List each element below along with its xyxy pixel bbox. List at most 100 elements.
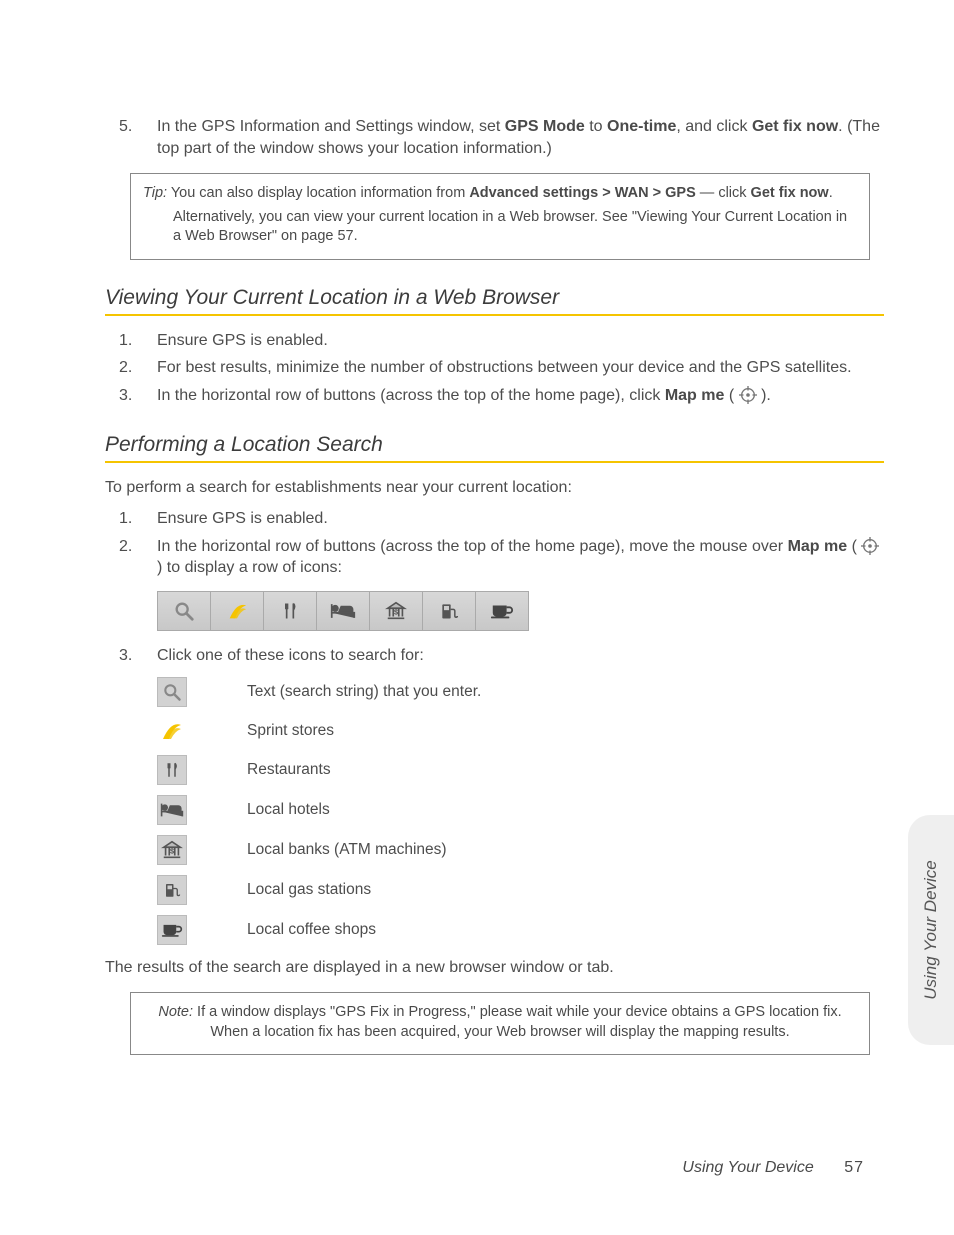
ordered-list-continuation: 5. In the GPS Information and Settings w… (105, 116, 884, 159)
text: You can also display location informatio… (167, 185, 469, 201)
list-item-5: 5. In the GPS Information and Settings w… (105, 116, 884, 159)
results-paragraph: The results of the search are displayed … (105, 957, 884, 979)
list-text: In the horizontal row of buttons (across… (157, 536, 884, 579)
coffee-cup-icon (157, 915, 187, 945)
separator: > (598, 185, 615, 201)
bank-icon: $ (157, 835, 187, 865)
side-tab-label: Using Your Device (921, 860, 941, 1000)
svg-text:$: $ (394, 608, 398, 617)
icon-toolbar: $ (157, 591, 529, 631)
list-number: 2. (119, 536, 157, 579)
text: In the horizontal row of buttons (across… (157, 387, 665, 404)
tip-label: Tip: (143, 185, 167, 201)
bold-text: GPS Mode (505, 118, 585, 135)
text: . (829, 185, 833, 201)
icon-row-gas: Local gas stations (157, 875, 884, 905)
list-number: 5. (119, 116, 157, 159)
list-item-a3: 3. In the horizontal row of buttons (acr… (105, 385, 884, 407)
toolbar-search-cell (158, 592, 211, 630)
bold-text: One-time (607, 118, 676, 135)
text: — click (696, 185, 751, 201)
list-number: 1. (119, 330, 157, 352)
icon-desc: Restaurants (247, 761, 331, 779)
sprint-icon (225, 600, 249, 622)
icon-desc: Local hotels (247, 801, 330, 819)
icon-row-bank: $ Local banks (ATM machines) (157, 835, 884, 865)
list-number: 3. (119, 645, 157, 667)
list-text: For best results, minimize the number of… (157, 357, 884, 379)
fork-knife-icon (280, 600, 300, 622)
text: In the horizontal row of buttons (across… (157, 538, 788, 555)
ordered-list-a: 1. Ensure GPS is enabled. 2. For best re… (105, 330, 884, 407)
footer-page-number: 57 (844, 1159, 864, 1176)
bank-icon: $ (385, 600, 407, 622)
magnifier-icon (157, 677, 187, 707)
list-item-b1: 1. Ensure GPS is enabled. (105, 508, 884, 530)
bed-icon (157, 795, 187, 825)
toolbar-gas-cell (423, 592, 476, 630)
text: to (585, 118, 607, 135)
ordered-list-b-cont: 3. Click one of these icons to search fo… (105, 645, 884, 667)
list-item-a2: 2. For best results, minimize the number… (105, 357, 884, 379)
list-text: Ensure GPS is enabled. (157, 508, 884, 530)
footer-title: Using Your Device (682, 1159, 813, 1176)
list-text: Click one of these icons to search for: (157, 645, 884, 667)
icon-desc: Sprint stores (247, 722, 334, 740)
toolbar-bank-cell: $ (370, 592, 423, 630)
icon-desc: Local gas stations (247, 881, 371, 899)
toolbar-restaurant-cell (264, 592, 317, 630)
note-label: Note: (158, 1004, 193, 1020)
bold-text: GPS (665, 185, 696, 201)
crosshair-icon (861, 537, 879, 555)
note-text: If a window displays "GPS Fix in Progres… (193, 1004, 842, 1040)
icon-row-search: Text (search string) that you enter. (157, 677, 884, 707)
icon-desc: Local banks (ATM machines) (247, 841, 447, 859)
list-text: In the GPS Information and Settings wind… (157, 116, 884, 159)
ordered-list-b: 1. Ensure GPS is enabled. 2. In the hori… (105, 508, 884, 579)
divider (105, 314, 884, 316)
icon-row-restaurant: Restaurants (157, 755, 884, 785)
note-box: Note: If a window displays "GPS Fix in P… (130, 992, 870, 1055)
icon-description-table: Text (search string) that you enter. Spr… (157, 677, 884, 945)
bold-text: WAN (615, 185, 649, 201)
toolbar-coffee-cell (476, 592, 528, 630)
list-text: In the horizontal row of buttons (across… (157, 385, 884, 407)
text: ( (724, 387, 738, 404)
intro-paragraph: To perform a search for establishments n… (105, 477, 884, 499)
sprint-icon (157, 717, 185, 745)
list-item-a1: 1. Ensure GPS is enabled. (105, 330, 884, 352)
divider (105, 461, 884, 463)
document-page: 5. In the GPS Information and Settings w… (0, 0, 954, 1235)
icon-row-coffee: Local coffee shops (157, 915, 884, 945)
icon-desc: Local coffee shops (247, 921, 376, 939)
list-item-b3: 3. Click one of these icons to search fo… (105, 645, 884, 667)
bold-text: Map me (788, 538, 848, 555)
gas-pump-icon (157, 875, 187, 905)
bold-text: Map me (665, 387, 725, 404)
heading-viewing-location: Viewing Your Current Location in a Web B… (105, 286, 884, 310)
separator: > (649, 185, 666, 201)
icon-row-hotel: Local hotels (157, 795, 884, 825)
tip-line2: Alternatively, you can view your current… (143, 208, 857, 247)
page-footer: Using Your Device 57 (682, 1159, 864, 1177)
side-tab: Using Your Device (908, 815, 954, 1045)
text: ) to display a row of icons: (157, 559, 342, 576)
magnifier-icon (173, 600, 195, 622)
fork-knife-icon (157, 755, 187, 785)
coffee-cup-icon (490, 601, 514, 621)
toolbar-sprint-cell (211, 592, 264, 630)
toolbar-hotel-cell (317, 592, 370, 630)
svg-text:$: $ (170, 846, 174, 855)
text: In the GPS Information and Settings wind… (157, 118, 505, 135)
list-number: 2. (119, 357, 157, 379)
list-number: 1. (119, 508, 157, 530)
bold-text: Get fix now (751, 185, 829, 201)
list-item-b2: 2. In the horizontal row of buttons (acr… (105, 536, 884, 579)
heading-location-search: Performing a Location Search (105, 433, 884, 457)
text: ). (757, 387, 771, 404)
bed-icon (330, 601, 356, 621)
list-text: Ensure GPS is enabled. (157, 330, 884, 352)
icon-row-sprint: Sprint stores (157, 717, 884, 745)
text: , and click (676, 118, 752, 135)
gas-pump-icon (439, 600, 459, 622)
